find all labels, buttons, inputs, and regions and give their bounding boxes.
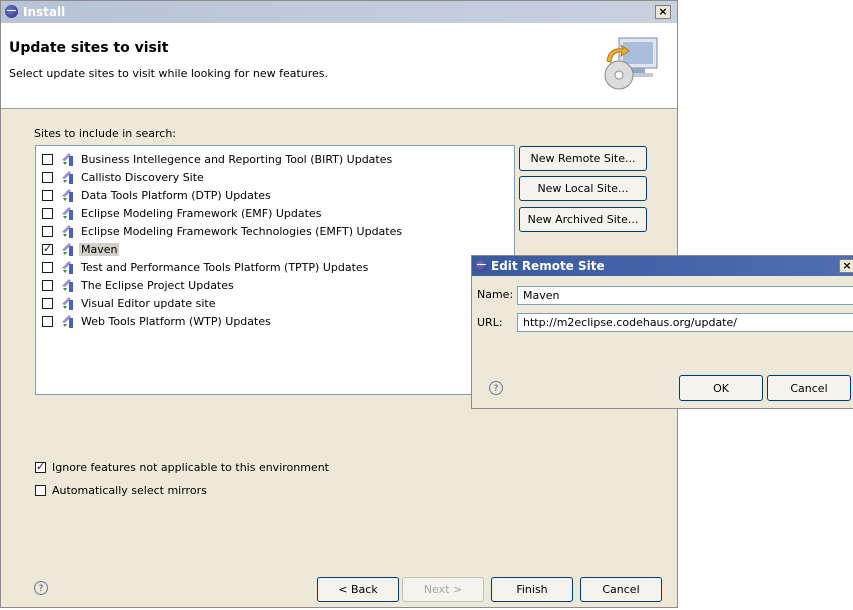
window-title: Install (23, 5, 66, 19)
ignore-features-label: Ignore features not applicable to this e… (52, 461, 329, 474)
list-item[interactable]: Callisto Discovery Site (42, 168, 206, 186)
close-icon[interactable]: × (839, 259, 853, 273)
install-titlebar[interactable]: Install × (1, 1, 677, 23)
site-label: Callisto Discovery Site (81, 170, 204, 184)
list-item[interactable]: Data Tools Platform (DTP) Updates (42, 186, 273, 204)
site-checkbox[interactable] (42, 207, 53, 219)
site-checkbox[interactable] (42, 279, 53, 291)
auto-mirrors-checkbox[interactable] (35, 485, 46, 496)
site-checkbox[interactable] (42, 171, 53, 183)
update-site-icon (62, 189, 73, 202)
site-checkbox-checked[interactable] (42, 242, 53, 255)
site-label: Visual Editor update site (81, 296, 216, 310)
page-title: Update sites to visit (9, 40, 169, 56)
site-label: Eclipse Modeling Framework Technologies … (81, 224, 403, 238)
edit-remote-site-dialog: Edit Remote Site × Name: Maven URL: http… (471, 255, 853, 409)
site-label: Test and Performance Tools Platform (TPT… (81, 260, 369, 274)
update-site-icon (62, 297, 73, 310)
site-label: Web Tools Platform (WTP) Updates (81, 314, 271, 328)
site-checkbox[interactable] (42, 315, 53, 327)
url-label: URL: (477, 316, 503, 329)
update-site-icon (62, 243, 73, 256)
update-site-icon (62, 171, 73, 184)
cancel-button[interactable]: Cancel (580, 577, 662, 602)
site-checkbox[interactable] (42, 189, 53, 201)
auto-mirrors-label: Automatically select mirrors (52, 484, 207, 497)
site-checkbox[interactable] (42, 261, 53, 273)
dialog-cancel-button[interactable]: Cancel (767, 375, 851, 401)
name-label: Name: (477, 288, 514, 301)
back-button[interactable]: < Back (317, 577, 399, 602)
eclipse-icon (475, 259, 488, 272)
site-checkbox[interactable] (42, 153, 53, 165)
name-field[interactable]: Maven (517, 286, 853, 305)
new-archived-site-button[interactable]: New Archived Site... (519, 207, 647, 232)
update-site-icon (62, 315, 73, 328)
list-item[interactable]: The Eclipse Project Updates (42, 276, 236, 294)
sites-group-label: Sites to include in search: (34, 127, 177, 140)
edit-dialog-title: Edit Remote Site (491, 259, 605, 273)
list-item[interactable]: Visual Editor update site (42, 294, 218, 312)
list-item[interactable]: Eclipse Modeling Framework (EMF) Updates (42, 204, 323, 222)
list-item[interactable]: Maven (42, 240, 120, 258)
update-site-icon (62, 153, 73, 166)
site-label: Eclipse Modeling Framework (EMF) Updates (81, 206, 322, 220)
finish-button[interactable]: Finish (491, 577, 573, 602)
url-field[interactable]: http://m2eclipse.codehaus.org/update/ (517, 313, 853, 332)
site-label: The Eclipse Project Updates (81, 278, 234, 292)
update-site-icon (62, 207, 73, 220)
update-site-icon (62, 279, 73, 292)
site-label: Business Intellegence and Reporting Tool… (81, 152, 393, 166)
ok-button[interactable]: OK (679, 375, 763, 401)
help-icon[interactable]: ? (34, 581, 48, 595)
site-label: Data Tools Platform (DTP) Updates (81, 188, 271, 202)
update-site-icon (62, 261, 73, 274)
help-icon[interactable]: ? (489, 381, 503, 395)
next-button[interactable]: Next > (402, 577, 484, 602)
sites-list[interactable]: Business Intellegence and Reporting Tool… (35, 145, 515, 395)
page-subtitle: Select update sites to visit while looki… (9, 67, 329, 80)
ignore-features-option[interactable]: Ignore features not applicable to this e… (35, 460, 329, 474)
update-site-icon (62, 225, 73, 238)
list-item[interactable]: Eclipse Modeling Framework Technologies … (42, 222, 404, 240)
list-item[interactable]: Business Intellegence and Reporting Tool… (42, 150, 394, 168)
install-banner-icon (604, 37, 658, 90)
list-item[interactable]: Test and Performance Tools Platform (TPT… (42, 258, 370, 276)
wizard-header: Update sites to visit Select update site… (1, 23, 677, 109)
new-remote-site-button[interactable]: New Remote Site... (519, 146, 647, 171)
new-local-site-button[interactable]: New Local Site... (519, 176, 647, 201)
close-icon[interactable]: × (655, 5, 671, 19)
eclipse-icon (5, 5, 18, 18)
site-checkbox[interactable] (42, 297, 53, 309)
auto-mirrors-option[interactable]: Automatically select mirrors (35, 484, 207, 497)
ignore-features-checkbox[interactable] (35, 460, 46, 473)
site-checkbox[interactable] (42, 225, 53, 237)
site-label: Maven (79, 242, 120, 256)
list-item[interactable]: Web Tools Platform (WTP) Updates (42, 312, 273, 330)
edit-dialog-titlebar[interactable]: Edit Remote Site × (472, 256, 853, 276)
